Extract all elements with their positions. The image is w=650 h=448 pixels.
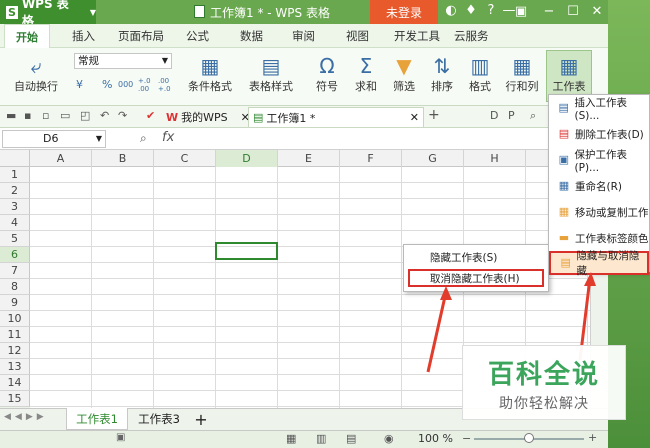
page-break-view-icon[interactable]: ▥ bbox=[316, 432, 326, 445]
normal-view-icon[interactable]: ▦ bbox=[286, 432, 296, 445]
sheet-tab-1[interactable]: 工作表1 bbox=[66, 408, 128, 430]
red-arrow-1 bbox=[426, 291, 448, 373]
sheet-nav-arrows-icon[interactable]: ◀◀▶▶ bbox=[4, 412, 48, 422]
macro-icon[interactable]: ▣ bbox=[116, 432, 125, 443]
zoom-level: 100 % bbox=[418, 432, 453, 445]
sheet-tab-3[interactable]: 工作表3 bbox=[130, 408, 188, 430]
zoom-slider-thumb[interactable] bbox=[524, 433, 534, 443]
eye-protection-icon[interactable]: ◉ bbox=[384, 432, 394, 445]
zoom-in-button[interactable]: + bbox=[588, 431, 597, 444]
watermark-subtitle: 助你轻松解决 bbox=[499, 396, 589, 412]
zoom-out-button[interactable]: − bbox=[462, 432, 471, 445]
watermark: 百科全说 助你轻松解决 bbox=[462, 345, 626, 420]
watermark-title: 百科全说 bbox=[487, 360, 600, 390]
reading-mode-icon[interactable]: ▤ bbox=[346, 432, 356, 445]
red-arrowhead-1 bbox=[440, 286, 452, 300]
add-sheet-button[interactable]: + bbox=[192, 408, 210, 430]
red-arrowhead-2 bbox=[584, 272, 596, 286]
